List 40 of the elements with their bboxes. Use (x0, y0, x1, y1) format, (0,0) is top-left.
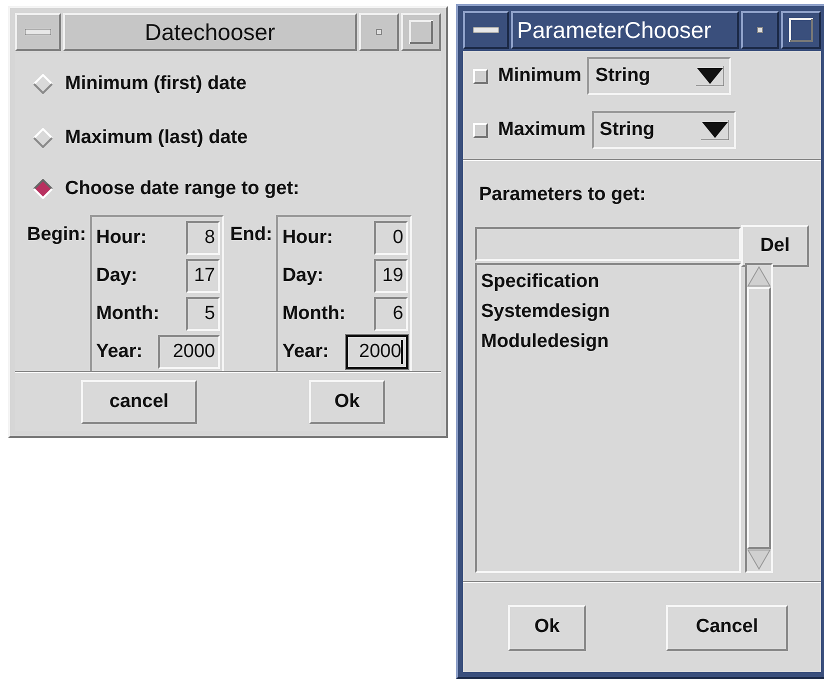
window-title: Datechooser (63, 13, 357, 51)
radio-option[interactable]: Minimum (first) date (33, 57, 429, 111)
field-label: Year: (282, 340, 329, 364)
ok-button[interactable]: Ok (309, 380, 385, 424)
number-field[interactable]: 8 (186, 221, 220, 255)
radio-label: Minimum (first) date (65, 72, 247, 96)
section-label: Parameters to get: (478, 183, 647, 207)
number-field[interactable]: 0 (374, 221, 408, 255)
field-label: Day: (282, 264, 324, 288)
radio-label: Choose date range to get: (65, 176, 300, 201)
list-item[interactable]: Moduledesign (481, 327, 735, 357)
number-field[interactable]: 17 (186, 259, 220, 293)
list-item[interactable]: Systemdesign (481, 297, 735, 327)
radio-option[interactable]: Choose date range to get: (33, 165, 429, 213)
list-item[interactable]: Specification (481, 267, 735, 297)
number-field[interactable]: 2000 (158, 335, 220, 369)
parameter-list[interactable]: Specification Systemdesign Moduledesign (475, 263, 741, 573)
type-dropdown[interactable]: String (587, 57, 732, 95)
number-field[interactable]: 6 (374, 297, 408, 331)
field-label: Day: (96, 264, 138, 288)
checkbox-label: Minimum (498, 64, 582, 88)
field-label: Hour: (96, 226, 147, 250)
range-label: Begin: (27, 223, 88, 247)
number-field[interactable]: 5 (186, 297, 220, 331)
field-label: Month: (96, 302, 160, 326)
range-label: End: (229, 223, 274, 247)
radio-label: Maximum (last) date (65, 126, 248, 150)
number-field[interactable]: 19 (374, 259, 408, 293)
checkbox-label: Maximum (498, 118, 586, 142)
field-label: Hour: (282, 226, 333, 250)
field-label: Month: (282, 302, 346, 326)
number-field[interactable]: 2000 (346, 335, 408, 369)
type-dropdown[interactable]: String (592, 111, 736, 149)
delete-button[interactable]: Del (741, 225, 809, 267)
field-label: Year: (96, 340, 143, 364)
ok-button[interactable]: Ok (508, 604, 586, 650)
radio-option[interactable]: Maximum (last) date (33, 111, 429, 165)
cancel-button[interactable]: cancel (81, 380, 197, 424)
window-title: ParameterChooser (511, 11, 739, 49)
cancel-button[interactable]: Cancel (666, 604, 788, 650)
